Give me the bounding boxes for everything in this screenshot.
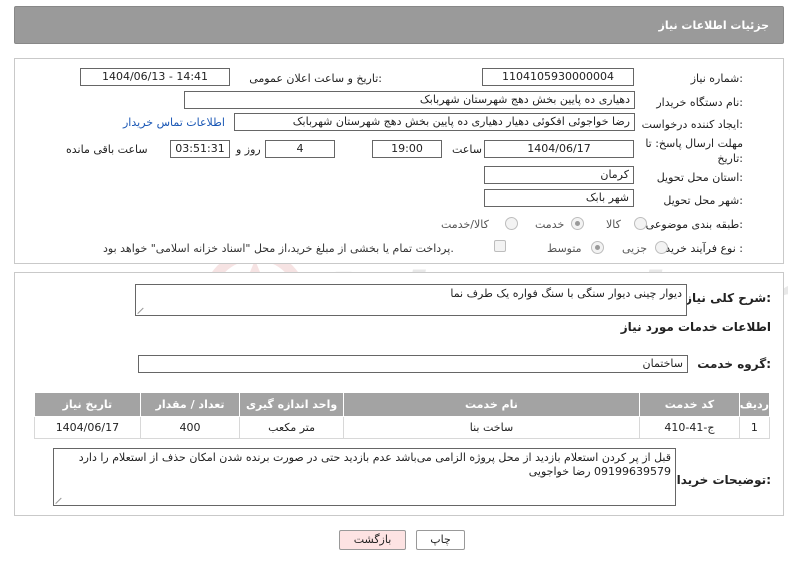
cell-quantity: 400	[139, 416, 241, 439]
col-need-date: تاریخ نیاز	[34, 392, 141, 417]
general-description-field: دیوار چینی دیوار سنگی با سنگ فواره یک طر…	[135, 284, 687, 316]
general-description-text: دیوار چینی دیوار سنگی با سنگ فواره یک طر…	[450, 287, 682, 300]
category-option-service: خدمت	[535, 218, 565, 231]
cell-unit: متر مکعب	[239, 416, 344, 439]
category-option-goods: کالا	[606, 218, 621, 231]
purchase-type-label: نوع فرآیند خرید :	[665, 242, 743, 255]
requester-label: ایجاد کننده درخواست:	[641, 118, 743, 131]
page-title: جزئیات اطلاعات نیاز	[658, 19, 770, 32]
buyer-org-field: دهیاری ده پایین بخش دهج شهرستان شهربابک	[184, 91, 635, 109]
buyer-contact-link[interactable]: اطلاعات تماس خریدار	[123, 116, 225, 129]
cell-need-date: 1404/06/17	[34, 416, 141, 439]
resize-grip-icon[interactable]	[138, 306, 146, 314]
category-radio-service[interactable]	[571, 217, 584, 230]
page-header: جزئیات اطلاعات نیاز	[14, 6, 784, 44]
remaining-time-field: 03:51:31	[170, 140, 230, 158]
category-option-goods-service: کالا/خدمت	[441, 218, 489, 231]
back-button[interactable]: بازگشت	[339, 530, 406, 550]
resize-grip-icon[interactable]	[56, 496, 64, 504]
service-group-label: گروه خدمت:	[697, 357, 771, 371]
province-field: کرمان	[484, 166, 634, 184]
col-service-code: کد خدمت	[639, 392, 740, 417]
purchase-radio-minor[interactable]	[655, 241, 668, 254]
province-label: استان محل تحویل:	[656, 171, 743, 184]
buyer-notes-line-1: قبل از پر کردن استعلام بازدید از محل پرو…	[78, 451, 671, 464]
col-service-name: نام خدمت	[342, 392, 641, 417]
need-number-label: شماره نیاز:	[690, 72, 743, 85]
table-row: 1 ج-41-410 ساخت بنا متر مکعب 400 1404/06…	[34, 416, 771, 439]
announce-datetime-label: تاریخ و ساعت اعلان عمومی:	[249, 72, 382, 85]
cell-service-name: ساخت بنا	[342, 416, 641, 439]
remaining-days-field: 4	[265, 140, 335, 158]
treasury-checkbox[interactable]	[494, 240, 506, 252]
buyer-notes-line-2: 09199639579 رضا خواجویی	[528, 465, 671, 478]
deadline-date-field: 1404/06/17	[484, 140, 634, 158]
cell-service-code: ج-41-410	[639, 416, 740, 439]
purchase-option-medium: متوسط	[547, 242, 582, 255]
services-table: ردیف کد خدمت نام خدمت واحد اندازه گیری ت…	[34, 392, 771, 439]
remaining-time-label: ساعت باقی مانده	[66, 143, 148, 156]
deadline-time-label: ساعت	[452, 143, 482, 156]
city-label: شهر محل تحویل:	[663, 194, 743, 207]
col-row-number: ردیف	[738, 392, 771, 417]
col-quantity: تعداد / مقدار	[139, 392, 241, 417]
service-group-field: ساختمان	[138, 355, 688, 373]
purchase-option-minor: جزیی	[622, 242, 648, 255]
deadline-label: مهلت ارسال پاسخ: تا تاریخ:	[645, 137, 743, 165]
requester-field: رضا خواجوئی افکوئی دهیار دهیاری ده پایین…	[234, 113, 635, 131]
need-number-field: 1104105930000004	[482, 68, 634, 86]
general-description-label: شرح کلی نیاز:	[685, 291, 771, 305]
deadline-time-field: 19:00	[372, 140, 442, 158]
purchase-radio-medium[interactable]	[591, 241, 604, 254]
print-button[interactable]: چاپ	[416, 530, 465, 550]
treasury-note: پرداخت تمام یا بخشی از مبلغ خرید،از محل …	[103, 242, 454, 255]
buyer-org-label: نام دستگاه خریدار:	[656, 96, 743, 109]
announce-datetime-field: 1404/06/13 - 14:41	[80, 68, 230, 86]
remaining-days-label: روز و	[236, 143, 261, 156]
cell-row-number: 1	[738, 416, 771, 439]
category-radio-goods[interactable]	[634, 217, 647, 230]
col-unit: واحد اندازه گیری	[239, 392, 344, 417]
buyer-notes-label: توضیحات خریدار:	[669, 473, 771, 487]
city-field: شهر بابک	[484, 189, 634, 207]
services-info-title: اطلاعات خدمات مورد نیاز	[620, 320, 771, 334]
category-label: طبقه بندی موضوعی:	[645, 218, 743, 231]
category-radio-goods-service[interactable]	[505, 217, 518, 230]
table-header-row: ردیف کد خدمت نام خدمت واحد اندازه گیری ت…	[34, 392, 771, 417]
buyer-notes-field: قبل از پر کردن استعلام بازدید از محل پرو…	[53, 448, 676, 506]
